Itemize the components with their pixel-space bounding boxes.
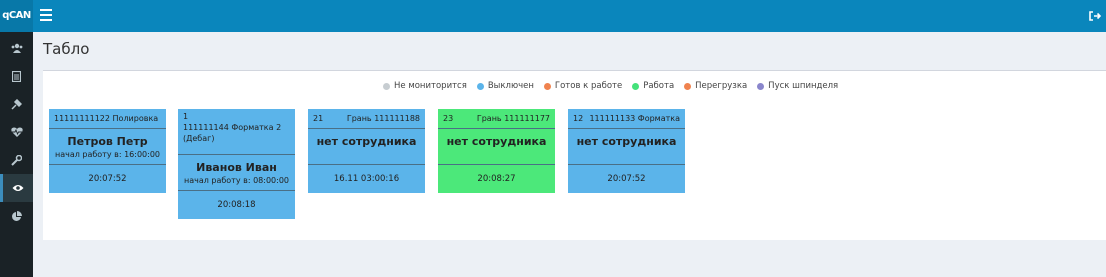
machine-title: 111111144 Форматка 2 (Дебаг): [183, 122, 282, 143]
operator-block: нет сотрудника: [308, 129, 425, 165]
machine-number: 12: [573, 114, 584, 123]
machine-card[interactable]: 21 Грань 111111188 нет сотрудника 16.11 …: [308, 109, 425, 193]
users-icon: [11, 43, 22, 53]
sidebar-item-documents[interactable]: [0, 62, 33, 90]
status-time: 16.11 03:00:16: [333, 174, 400, 184]
machine-number: 21: [313, 114, 324, 123]
machine-card[interactable]: 23 Грань 111111177 нет сотрудника 20:08:…: [438, 109, 555, 193]
machine-title: 11111111122 Полировка: [54, 114, 159, 123]
machine-title: Грань 111111188: [346, 114, 420, 123]
tool-icon: [11, 154, 22, 166]
status-time: 20:08:27: [477, 174, 516, 184]
machine-title: Грань 111111177: [476, 114, 550, 123]
pie-chart-icon: [12, 210, 22, 221]
legend-dot: [543, 82, 551, 90]
eye-icon: [12, 185, 24, 191]
sidebar-item-users[interactable]: [0, 34, 33, 62]
machine-number: 23: [443, 114, 454, 123]
legend-dot: [684, 82, 692, 90]
top-navbar: qCAN: [0, 0, 1106, 32]
operator-name: Петров Петр: [67, 135, 148, 148]
legend-label: Работа: [643, 81, 675, 91]
legend-item: Готов к работе: [543, 81, 623, 91]
operator-block: Иванов Иван начал работу в: 08:00:00: [178, 155, 295, 191]
machine-title: 111111133 Форматка: [589, 114, 680, 123]
shift-start: начал работу в: 08:00:00: [183, 176, 290, 185]
sidebar-item-tools[interactable]: [0, 146, 33, 174]
legend-label: Пуск шпинделя: [768, 81, 839, 91]
operator-name: Иванов Иван: [196, 161, 277, 174]
machine-header: 1 111111144 Форматка 2 (Дебаг): [178, 109, 295, 155]
legend-label: Перегрузка: [695, 81, 748, 91]
machine-card[interactable]: 11111111122 Полировка Петров Петр начал …: [49, 109, 166, 193]
machine-card[interactable]: 1 111111144 Форматка 2 (Дебаг) Иванов Ив…: [178, 109, 295, 219]
machine-header: 21 Грань 111111188: [308, 109, 425, 129]
operator-block: Петров Петр начал работу в: 16:00:00: [49, 129, 166, 165]
sidebar-item-connections[interactable]: [0, 90, 33, 118]
sidebar-item-health[interactable]: [0, 118, 33, 146]
legend-item: Не мониторится: [383, 81, 467, 91]
board-panel: Не мониторится Выключен Готов к работе Р…: [43, 70, 1106, 240]
legend-label: Не мониторится: [394, 81, 467, 91]
app-logo[interactable]: qCAN: [0, 0, 33, 32]
operator-name: нет сотрудника: [446, 135, 547, 148]
machine-header: 11111111122 Полировка: [49, 109, 166, 129]
legend-dot: [476, 82, 484, 90]
operator-name: нет сотрудника: [576, 135, 677, 148]
legend-dot: [383, 82, 390, 90]
legend-item: Выключен: [476, 81, 534, 91]
legend-dot: [632, 82, 640, 90]
page-title: Табло: [43, 40, 90, 58]
shift-start: начал работу в: 16:00:00: [54, 150, 161, 159]
sidebar-item-reports[interactable]: [0, 202, 33, 230]
sidebar: [0, 32, 33, 277]
sidebar-item-board[interactable]: [0, 174, 33, 202]
operator-name: нет сотрудника: [316, 135, 417, 148]
heartbeat-icon: [10, 127, 23, 137]
machine-number: 1: [183, 112, 189, 121]
legend-label: Выключен: [487, 81, 534, 91]
status-time: 20:07:52: [88, 174, 127, 184]
wrench-plug-icon: [11, 98, 22, 110]
status-time: 20:07:52: [607, 174, 646, 184]
machine-card[interactable]: 12 111111133 Форматка нет сотрудника 20:…: [568, 109, 685, 193]
operator-block: нет сотрудника: [568, 129, 685, 165]
legend-item: Пуск шпинделя: [757, 81, 838, 91]
legend-label: Готов к работе: [554, 81, 623, 91]
status-time: 20:08:18: [217, 200, 256, 210]
operator-block: нет сотрудника: [438, 129, 555, 165]
legend-item: Перегрузка: [684, 81, 747, 91]
document-icon: [12, 70, 21, 82]
machine-header: 12 111111133 Форматка: [568, 109, 685, 129]
legend-item: Работа: [632, 81, 674, 91]
logout-icon[interactable]: [1088, 9, 1102, 23]
legend-dot: [757, 82, 765, 90]
menu-toggle-icon[interactable]: [40, 9, 52, 23]
status-legend: Не мониторится Выключен Готов к работе Р…: [383, 81, 838, 91]
machine-header: 23 Грань 111111177: [438, 109, 555, 129]
